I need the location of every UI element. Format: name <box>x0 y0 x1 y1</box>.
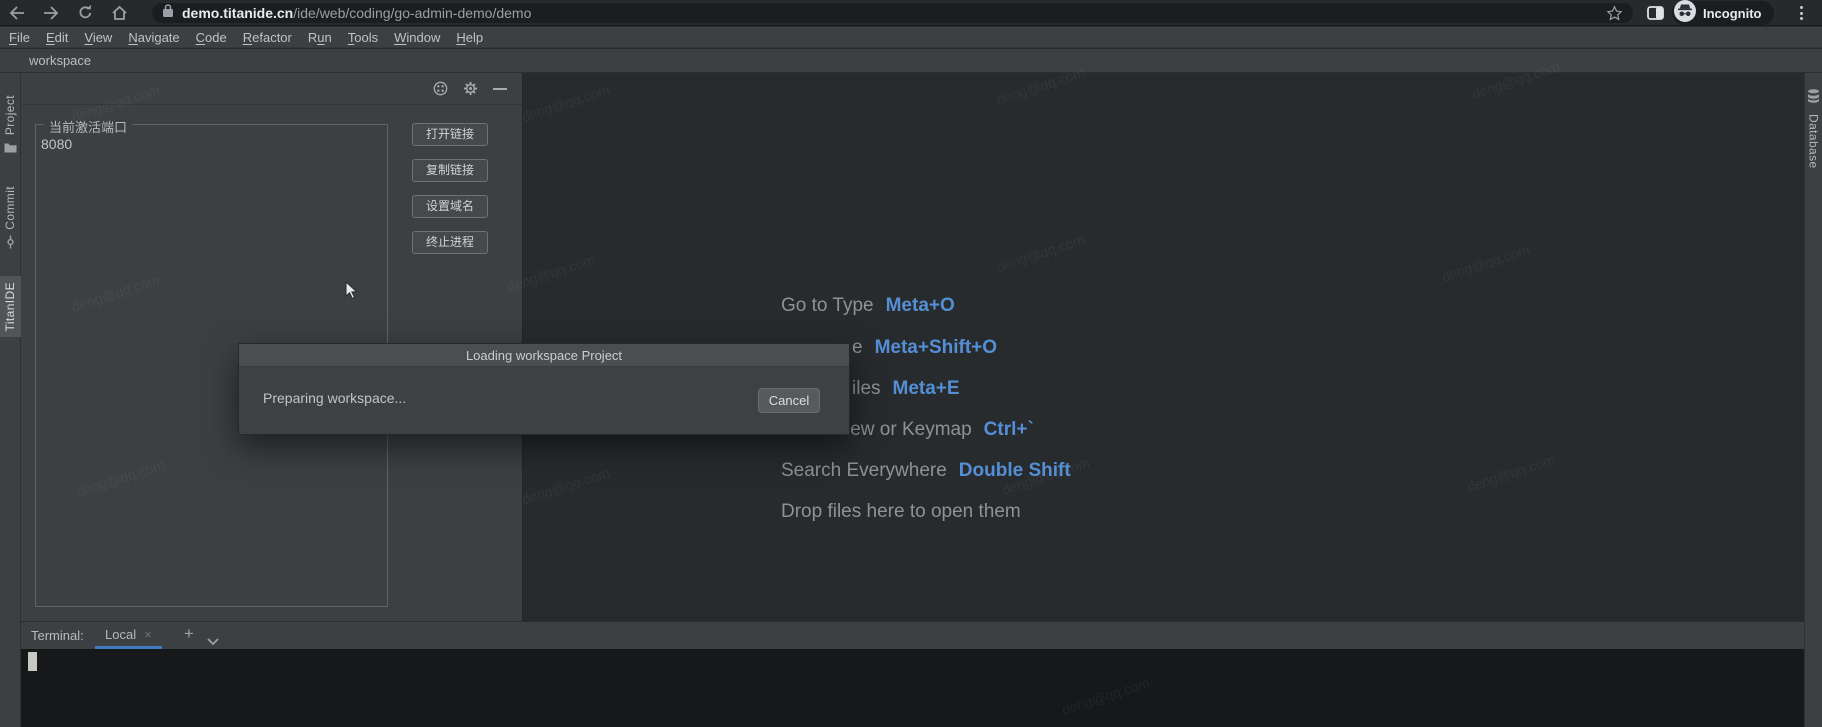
url-domain: demo.titanide.cn <box>182 5 293 21</box>
stripe-item-project[interactable]: Project <box>0 89 21 164</box>
navigation-bar: workspace <box>0 49 1822 73</box>
menu-window[interactable]: Window <box>386 30 448 45</box>
shortcut-go-to-type: Go to TypeMeta+O <box>781 294 955 318</box>
active-port-label: 当前激活端口 <box>44 117 132 136</box>
lock-icon <box>162 3 174 23</box>
stripe-label-commit: Commit <box>3 186 17 230</box>
port-actions: 打开链接 复制链接 设置域名 终止进程 <box>412 123 488 254</box>
terminal-tab-local[interactable]: Local × <box>95 622 162 649</box>
breadcrumb[interactable]: workspace <box>29 53 91 68</box>
menu-file[interactable]: File <box>1 30 38 45</box>
dialog-message: Preparing workspace... <box>263 390 406 406</box>
menu-view[interactable]: View <box>76 30 120 45</box>
terminal-tab-bar: Terminal: Local × + <box>21 622 1804 649</box>
dialog-title[interactable]: Loading workspace Project <box>239 344 849 367</box>
terminal-panel: Terminal: Local × + <box>21 621 1804 727</box>
stripe-item-titanide[interactable]: TitanIDE <box>0 276 21 337</box>
folder-icon <box>4 140 17 158</box>
cancel-button[interactable]: Cancel <box>758 388 820 413</box>
globe-icon[interactable] <box>433 81 448 96</box>
menu-dots-icon[interactable] <box>1800 6 1803 20</box>
terminal-cursor <box>28 652 37 671</box>
forward-icon[interactable] <box>34 0 68 26</box>
address-bar[interactable]: demo.titanide.cn/ide/web/coding/go-admin… <box>152 3 1633 23</box>
menu-run[interactable]: Run <box>300 30 340 45</box>
menu-help[interactable]: Help <box>448 30 491 45</box>
home-icon[interactable] <box>102 0 136 26</box>
side-panel-icon[interactable] <box>1638 0 1672 26</box>
left-toolwindow-stripe: Project Commit TitanIDE <box>0 73 21 727</box>
port-value: 8080 <box>41 136 72 152</box>
loading-workspace-dialog: Loading workspace Project Preparing work… <box>238 343 850 435</box>
right-toolwindow-stripe: Database <box>1804 73 1822 727</box>
star-icon[interactable] <box>1606 5 1623 22</box>
close-icon[interactable]: × <box>144 627 152 642</box>
copy-link-button[interactable]: 复制链接 <box>412 159 488 182</box>
hide-icon[interactable] <box>493 87 507 91</box>
stripe-label-titanide: TitanIDE <box>3 282 17 331</box>
browser-toolbar: demo.titanide.cn/ide/web/coding/go-admin… <box>0 0 1822 26</box>
stripe-label-project: Project <box>3 95 17 135</box>
url-text: demo.titanide.cn/ide/web/coding/go-admin… <box>182 5 1606 21</box>
shortcut-view-or-keymap: iew or KeymapCtrl+` <box>846 418 1034 442</box>
ide-menu-bar: File Edit View Navigate Code Refactor Ru… <box>0 27 1822 48</box>
back-icon[interactable] <box>0 0 34 26</box>
open-link-button[interactable]: 打开链接 <box>412 123 488 146</box>
gear-icon[interactable] <box>463 81 478 96</box>
database-icon <box>1807 89 1820 108</box>
terminal-output[interactable] <box>21 649 1804 727</box>
drop-files-hint: Drop files here to open them <box>781 500 1021 524</box>
incognito-label: Incognito <box>1703 6 1762 21</box>
menu-edit[interactable]: Edit <box>38 30 76 45</box>
shortcut-search-everywhere: Search EverywhereDouble Shift <box>781 459 1071 483</box>
incognito-badge: Incognito <box>1672 1 1774 25</box>
reload-icon[interactable] <box>68 0 102 26</box>
shortcut-recent-files: ilesMeta+E <box>852 377 960 401</box>
commit-icon <box>4 235 17 254</box>
terminal-label: Terminal: <box>31 628 84 643</box>
tool-window-header <box>21 73 522 105</box>
shortcut-go-to-file: eMeta+Shift+O <box>852 336 997 360</box>
set-domain-button[interactable]: 设置域名 <box>412 195 488 218</box>
menu-refactor[interactable]: Refactor <box>235 30 300 45</box>
incognito-icon <box>1674 0 1696 27</box>
plus-icon[interactable]: + <box>178 624 200 644</box>
stripe-item-database[interactable]: Database <box>1807 114 1821 169</box>
terminate-process-button[interactable]: 终止进程 <box>412 231 488 254</box>
menu-navigate[interactable]: Navigate <box>120 30 187 45</box>
url-path: /ide/web/coding/go-admin-demo/demo <box>293 5 531 21</box>
chevron-down-icon[interactable] <box>207 632 219 650</box>
stripe-item-commit[interactable]: Commit <box>0 180 21 260</box>
menu-code[interactable]: Code <box>188 30 235 45</box>
menu-tools[interactable]: Tools <box>340 30 386 45</box>
